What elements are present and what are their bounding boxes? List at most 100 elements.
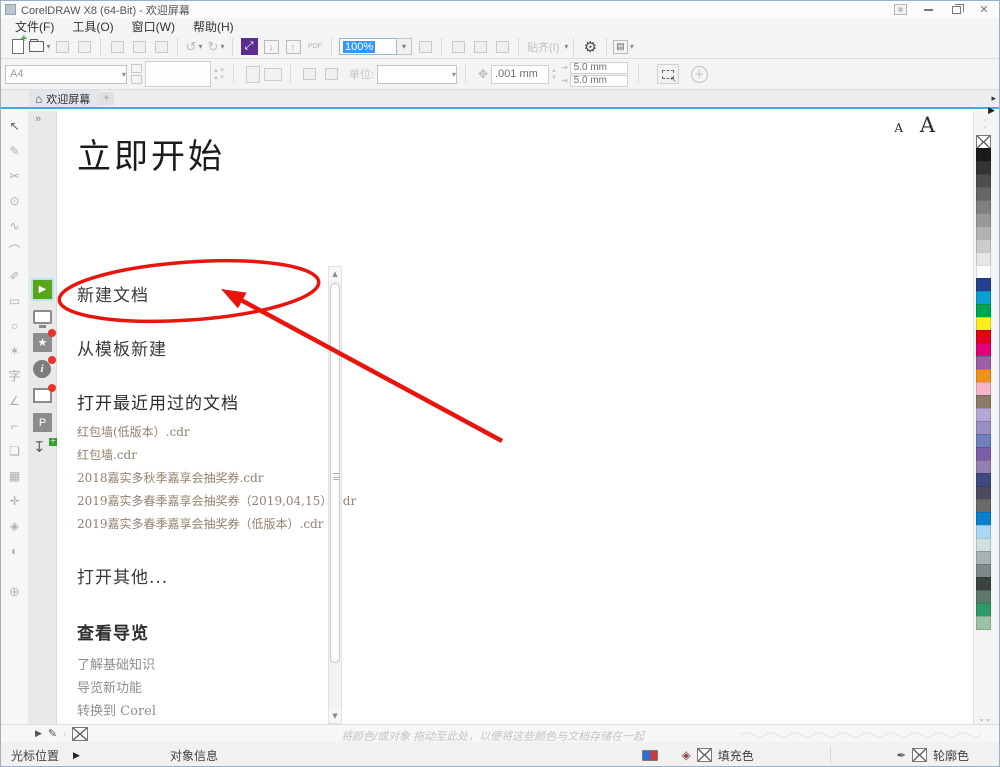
cursor-flyout-icon[interactable]: ▶ [73,750,80,761]
full-screen-preview-button[interactable] [414,37,436,57]
tour-item[interactable]: 导览新功能 [77,677,142,696]
pick-tool[interactable]: ↖ [3,113,27,138]
undo-button[interactable]: ↺ ▾ [183,37,205,57]
show-guidelines-button[interactable] [491,37,513,57]
save-button[interactable] [51,37,73,57]
new-document-link[interactable]: 新建文档 [77,281,149,306]
doc-palette-flyout-icon[interactable]: ▶ [35,728,42,739]
add-property-button[interactable]: ＋ [690,65,708,83]
tab-welcome-screen[interactable]: ⌂ 欢迎屏幕 [29,90,101,107]
new-tab-button[interactable]: + [99,92,114,105]
all-pages-button[interactable] [299,64,321,84]
no-color-swatch[interactable] [976,135,991,149]
show-grid-button[interactable] [469,37,491,57]
palette-swatch[interactable] [976,187,991,201]
publish-pdf-button[interactable]: PDF [304,37,326,57]
units-combo[interactable]: ▾ [376,64,457,84]
palette-swatch[interactable] [976,291,991,305]
palette-swatch[interactable] [976,447,991,461]
palette-scroll-up-icon[interactable]: ⌃ ⌃ [978,119,992,134]
text-size-small-button[interactable]: A [894,121,903,135]
drop-shadow-tool[interactable]: ❏ [3,438,27,463]
recent-file[interactable]: 红包墙.cdr [77,446,137,463]
redo-button[interactable]: ↻ ▾ [205,37,227,57]
fill-color-swatch[interactable] [696,748,712,762]
close-button[interactable]: ✕ [977,3,991,16]
palette-swatch[interactable] [976,382,991,396]
new-document-button[interactable] [7,33,29,57]
title-bar[interactable]: CorelDRAW X8 (64-Bit) - 欢迎屏幕 ✕ [1,1,999,18]
palette-swatch[interactable] [976,369,991,383]
palette-swatch[interactable] [976,408,991,422]
bezier-tool[interactable]: ⌒ [3,238,27,263]
palette-swatch[interactable] [976,616,991,630]
page-size-combo[interactable]: A4 ▾ [5,64,127,84]
palette-swatch[interactable] [976,473,991,487]
palette-swatch[interactable] [976,551,991,565]
rectangle-tool[interactable]: ▭ [3,288,27,313]
doc-palette-no-color-swatch[interactable] [72,726,89,741]
palette-swatch[interactable] [976,343,991,357]
palette-swatch[interactable] [976,252,991,266]
export-button[interactable]: ↑ [282,37,304,57]
application-launcher-button[interactable]: ▤ ▾ [612,37,634,57]
palette-swatch[interactable] [976,499,991,513]
dimension-tool[interactable]: ∠ [3,388,27,413]
palette-swatch[interactable] [976,265,991,279]
cut-button[interactable] [106,37,128,57]
scroll-up-icon[interactable]: ▲ [329,267,341,281]
palette-swatch[interactable] [976,161,991,175]
collapse-sidebar-icon[interactable]: » [35,113,41,125]
connector-tool[interactable]: ⌐ [3,413,27,438]
print-button[interactable] [73,37,95,57]
shape-tool[interactable]: ✎ [3,138,27,163]
scrollbar-thumb[interactable] [330,283,340,663]
open-other-link[interactable]: 打开其他... [77,563,168,588]
zoom-level-combo[interactable]: 100% ▾ [339,38,412,55]
sidebar-item-product-details[interactable]: P [33,413,52,432]
snap-to-button[interactable]: 贴齐(I) ▾ [524,37,568,57]
menu-help[interactable]: 帮助(H) [185,17,242,36]
polygon-tool[interactable]: ✶ [3,338,27,363]
new-from-template-link[interactable]: 从模板新建 [77,335,167,360]
document-color-icon[interactable] [641,749,658,761]
palette-swatch[interactable] [976,590,991,604]
open-button[interactable]: ▾ [29,37,51,57]
sidebar-item-get-started[interactable]: ▶ [31,278,54,301]
palette-swatch[interactable] [976,304,991,318]
page-dimensions-field[interactable] [145,61,211,87]
duplicate-x-field[interactable]: 5.0 mm [569,61,628,74]
artistic-media-tool[interactable]: ✐ [3,263,27,288]
tour-item[interactable]: 转换到 Corel [77,700,156,719]
recent-file[interactable]: 2019嘉实多春季嘉享会抽奖券（2019,04,15）.cdr [77,492,356,509]
palette-flyout-icon[interactable]: ▶ [988,105,995,116]
palette-swatch[interactable] [976,460,991,474]
account-button[interactable] [893,3,907,16]
palette-swatch[interactable] [976,317,991,331]
menu-tools[interactable]: 工具(O) [64,17,121,36]
palette-swatch[interactable] [976,239,991,253]
scroll-down-icon[interactable]: ▼ [329,709,341,723]
palette-swatch[interactable] [976,564,991,578]
recent-file[interactable]: 2018嘉实多秋季嘉享会抽奖券.cdr [77,469,264,486]
zoom-tool[interactable]: ⊙ [3,188,27,213]
menu-file[interactable]: 文件(F) [7,17,62,36]
palette-swatch[interactable] [976,577,991,591]
sidebar-item-workspace[interactable] [33,310,52,329]
zoom-dropdown-button[interactable]: ▾ [397,38,412,55]
show-rulers-button[interactable] [447,37,469,57]
palette-swatch[interactable] [976,421,991,435]
text-size-large-button[interactable]: A [920,113,935,137]
palette-swatch[interactable] [976,512,991,526]
palette-swatch[interactable] [976,174,991,188]
search-content-button[interactable]: ⤢ [238,37,260,57]
menu-window[interactable]: 窗口(W) [124,17,183,36]
palette-swatch[interactable] [976,395,991,409]
palette-swatch[interactable] [976,200,991,214]
sidebar-item-gallery[interactable] [33,384,56,407]
sidebar-item-whats-new[interactable]: ★ [33,329,56,352]
restore-button[interactable] [949,3,964,16]
palette-swatch[interactable] [976,603,991,617]
current-page-button[interactable] [321,64,343,84]
color-eyedropper-tool[interactable]: ✛ [3,488,27,513]
